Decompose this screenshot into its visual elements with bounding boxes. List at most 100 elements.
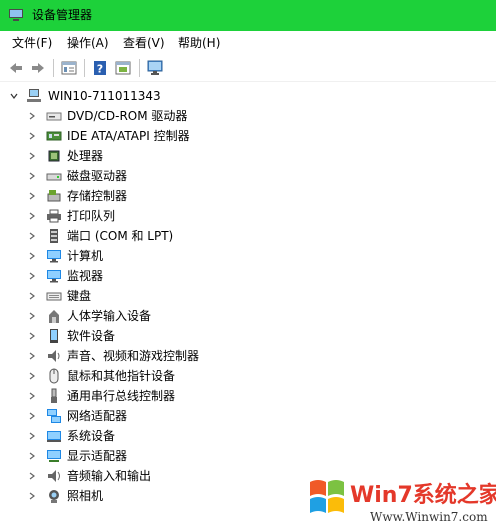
window-title: 设备管理器 — [32, 8, 93, 22]
chevron-right-icon[interactable] — [28, 312, 36, 320]
monitor-icon — [147, 60, 163, 75]
menu-file[interactable]: 文件(F) — [12, 35, 52, 51]
chevron-right-icon[interactable] — [28, 332, 36, 340]
menu-bar: 文件(F) 操作(A) 查看(V) 帮助(H) — [0, 31, 496, 54]
mouse-icon — [49, 368, 59, 384]
tree-category-0[interactable]: DVD/CD-ROM 驱动器 — [0, 106, 496, 126]
chevron-right-icon[interactable] — [28, 452, 36, 460]
tree-category-8[interactable]: 监视器 — [0, 266, 496, 286]
tree-category-label: 软件设备 — [67, 329, 116, 343]
chevron-right-icon[interactable] — [28, 132, 36, 140]
chevron-right-icon[interactable] — [28, 472, 36, 480]
show-hidden-button[interactable] — [113, 58, 133, 78]
tree-category-label: 处理器 — [67, 149, 104, 163]
tree-category-label: 磁盘驱动器 — [67, 169, 128, 183]
back-button[interactable] — [6, 58, 26, 78]
svg-text:?: ? — [97, 63, 103, 76]
audio-io-icon — [48, 470, 60, 482]
chevron-right-icon[interactable] — [28, 492, 36, 500]
chevron-right-icon[interactable] — [28, 212, 36, 220]
tree-category-9[interactable]: 键盘 — [0, 286, 496, 306]
tree-category-label: DVD/CD-ROM 驱动器 — [67, 109, 188, 123]
tree-category-3[interactable]: 磁盘驱动器 — [0, 166, 496, 186]
toolbar-separator — [84, 59, 85, 77]
menu-action[interactable]: 操作(A) — [67, 35, 109, 51]
tree-category-17[interactable]: 显示适配器 — [0, 446, 496, 466]
tree-category-label: 照相机 — [67, 489, 104, 503]
tree-category-label: 音频输入和输出 — [67, 469, 152, 483]
tree-category-11[interactable]: 软件设备 — [0, 326, 496, 346]
help-button[interactable]: ? — [90, 58, 110, 78]
chevron-right-icon[interactable] — [28, 392, 36, 400]
tree-category-12[interactable]: 声音、视频和游戏控制器 — [0, 346, 496, 366]
tree-category-label: IDE ATA/ATAPI 控制器 — [67, 129, 190, 143]
show-hidden-icon — [115, 61, 131, 75]
port-icon — [50, 229, 58, 243]
tree-category-6[interactable]: 端口 (COM 和 LPT) — [0, 226, 496, 246]
chevron-right-icon[interactable] — [28, 192, 36, 200]
toolbar: ? — [0, 54, 496, 82]
tree-category-14[interactable]: 通用串行总线控制器 — [0, 386, 496, 406]
system-device-icon — [47, 431, 61, 442]
ide-controller-icon — [46, 131, 62, 141]
chevron-right-icon[interactable] — [28, 112, 36, 120]
forward-button[interactable] — [28, 58, 48, 78]
chevron-right-icon[interactable] — [28, 252, 36, 260]
tree-category-label: 显示适配器 — [67, 449, 128, 463]
tree-category-label: 人体学输入设备 — [67, 309, 152, 323]
tree-category-16[interactable]: 系统设备 — [0, 426, 496, 446]
chevron-right-icon[interactable] — [28, 292, 36, 300]
network-adapter-icon — [47, 409, 61, 423]
chevron-right-icon[interactable] — [28, 232, 36, 240]
chevron-right-icon[interactable] — [28, 352, 36, 360]
tree-category-13[interactable]: 鼠标和其他指针设备 — [0, 366, 496, 386]
disk-drive-icon — [46, 173, 62, 181]
device-tree: WIN10-711011343 DVD/CD-ROM 驱动器 IDE ATA/AT… — [0, 82, 496, 527]
chevron-right-icon[interactable] — [28, 272, 36, 280]
tree-category-label: 打印队列 — [67, 209, 116, 223]
tree-category-1[interactable]: IDE ATA/ATAPI 控制器 — [0, 126, 496, 146]
sound-icon — [48, 350, 60, 362]
scan-hardware-button[interactable] — [145, 58, 165, 78]
tree-category-2[interactable]: 处理器 — [0, 146, 496, 166]
tree-category-label: 网络适配器 — [67, 409, 128, 423]
computer-host-icon — [27, 89, 41, 102]
properties-button[interactable] — [59, 58, 79, 78]
chevron-right-icon[interactable] — [28, 372, 36, 380]
tree-category-4[interactable]: 存储控制器 — [0, 186, 496, 206]
watermark-brand: Win7系统之家 — [350, 482, 496, 508]
help-icon: ? — [94, 61, 106, 76]
tree-category-label: 端口 (COM 和 LPT) — [67, 229, 174, 243]
monitor-icon — [47, 270, 61, 283]
tree-category-label: 系统设备 — [67, 429, 116, 443]
tree-category-label: 存储控制器 — [67, 189, 128, 203]
chevron-right-icon[interactable] — [28, 172, 36, 180]
hid-icon — [49, 310, 59, 323]
chevron-right-icon[interactable] — [28, 412, 36, 420]
tree-category-label: 通用串行总线控制器 — [67, 389, 176, 403]
printer-icon — [47, 209, 61, 223]
watermark-logo: Win7系统之家 Www.Winwin7.com — [310, 480, 496, 524]
chevron-right-icon[interactable] — [28, 152, 36, 160]
tree-category-label: 计算机 — [67, 249, 104, 263]
properties-icon — [61, 61, 77, 75]
dvd-drive-icon — [46, 112, 62, 121]
chevron-down-icon[interactable] — [10, 92, 18, 100]
tree-category-5[interactable]: 打印队列 — [0, 206, 496, 226]
tree-category-7[interactable]: 计算机 — [0, 246, 496, 266]
tree-category-10[interactable]: 人体学输入设备 — [0, 306, 496, 326]
display-adapter-icon — [47, 450, 61, 462]
software-device-icon — [50, 329, 58, 343]
menu-view[interactable]: 查看(V) — [123, 35, 165, 51]
tree-root[interactable]: WIN10-711011343 — [0, 86, 496, 106]
device-manager-icon — [9, 9, 23, 21]
chevron-right-icon[interactable] — [28, 432, 36, 440]
keyboard-icon — [46, 292, 62, 301]
storage-controller-icon — [47, 190, 61, 202]
tree-category-label: 声音、视频和游戏控制器 — [67, 349, 200, 363]
menu-help[interactable]: 帮助(H) — [178, 35, 220, 51]
tree-category-15[interactable]: 网络适配器 — [0, 406, 496, 426]
camera-icon — [49, 490, 59, 503]
processor-icon — [48, 150, 60, 162]
watermark-url: Www.Winwin7.com — [370, 510, 488, 524]
